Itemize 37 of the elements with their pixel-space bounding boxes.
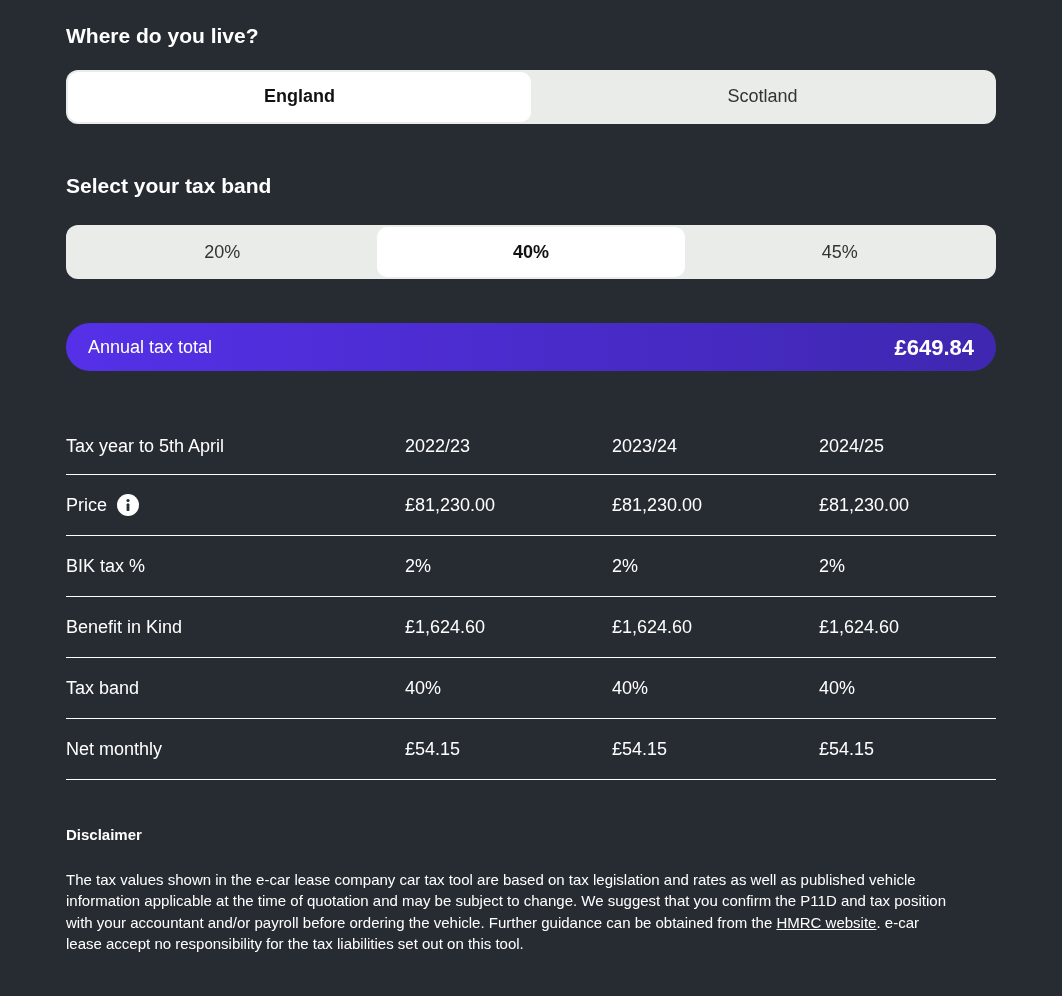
total-label: Annual tax total [88, 335, 213, 359]
table-cell-text: £81,230.00 [612, 493, 704, 517]
row-label: BIK tax % [66, 554, 146, 578]
disclaimer-heading: Disclaimer [66, 825, 143, 845]
disclaimer-text: The tax values shown in the e-car lease company car tax tool are based on tax legislation and rates as well as published vehicle information applicable at the time of quotation and may be subject to change. We suggest that you confirm the P11D and tax position with your accountant and/or payroll before ordering the vehicle. Further guidance can be obtained from the HMRC website. e-car lease accept no responsibility for the tax liabilities set out on this tool. [66, 869, 946, 954]
row-label: Tax band [66, 676, 140, 700]
row-label: Price [66, 493, 107, 517]
tax-band-option[interactable]: 45% [685, 227, 994, 277]
table-cell-text: 2% [819, 554, 846, 578]
table-cell-text: £81,230.00 [819, 493, 911, 517]
section-heading: Select your tax band [66, 172, 273, 199]
location-option[interactable]: Scotland [531, 71, 994, 122]
total-value: £649.84 [894, 333, 974, 362]
hmrc-link[interactable]: HMRC website [776, 913, 877, 931]
tax-band-option[interactable]: 40% [376, 227, 686, 277]
column-header: 2022/23 [405, 435, 472, 458]
location-option[interactable]: England [68, 71, 531, 122]
table-cell-text: 40% [612, 676, 650, 700]
table-cell-text: £1,624.60 [819, 615, 901, 639]
table-cell-text: £1,624.60 [612, 615, 694, 639]
table-cell-text: £54.15 [405, 737, 462, 761]
table-cell-text: £54.15 [612, 737, 669, 761]
row-label: Benefit in Kind [66, 615, 183, 639]
table-cell-text: £54.15 [819, 737, 876, 761]
column-header: 2024/25 [819, 435, 886, 458]
column-header: Tax year to 5th April [66, 435, 226, 458]
tax-band-option[interactable]: 20% [68, 227, 377, 277]
column-header: 2023/24 [612, 435, 679, 458]
table-cell-text: 2% [612, 554, 639, 578]
table-cell-text: £1,624.60 [405, 615, 487, 639]
info-icon[interactable] [117, 494, 139, 516]
row-label: Net monthly [66, 737, 163, 761]
table-cell-text: £81,230.00 [405, 493, 497, 517]
table-cell-text: 40% [405, 676, 443, 700]
table-cell-text: 2% [405, 554, 432, 578]
section-heading: Where do you live? [66, 23, 260, 49]
table-cell-text: 40% [819, 676, 857, 700]
